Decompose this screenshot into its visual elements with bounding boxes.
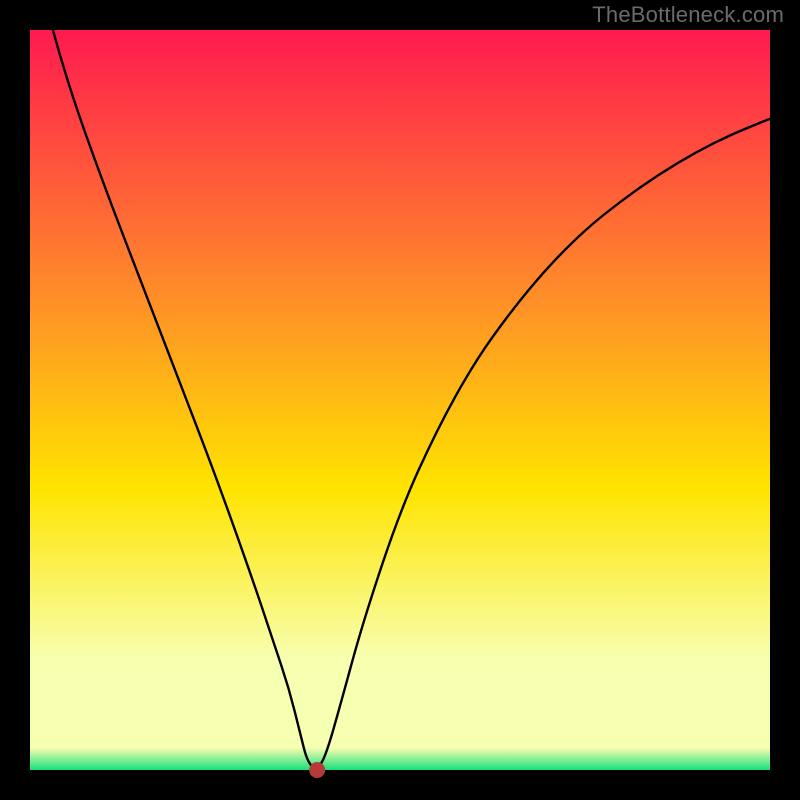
plot-background	[30, 30, 770, 770]
optimum-marker	[309, 762, 325, 778]
bottleneck-chart	[0, 0, 800, 800]
chart-frame: TheBottleneck.com	[0, 0, 800, 800]
